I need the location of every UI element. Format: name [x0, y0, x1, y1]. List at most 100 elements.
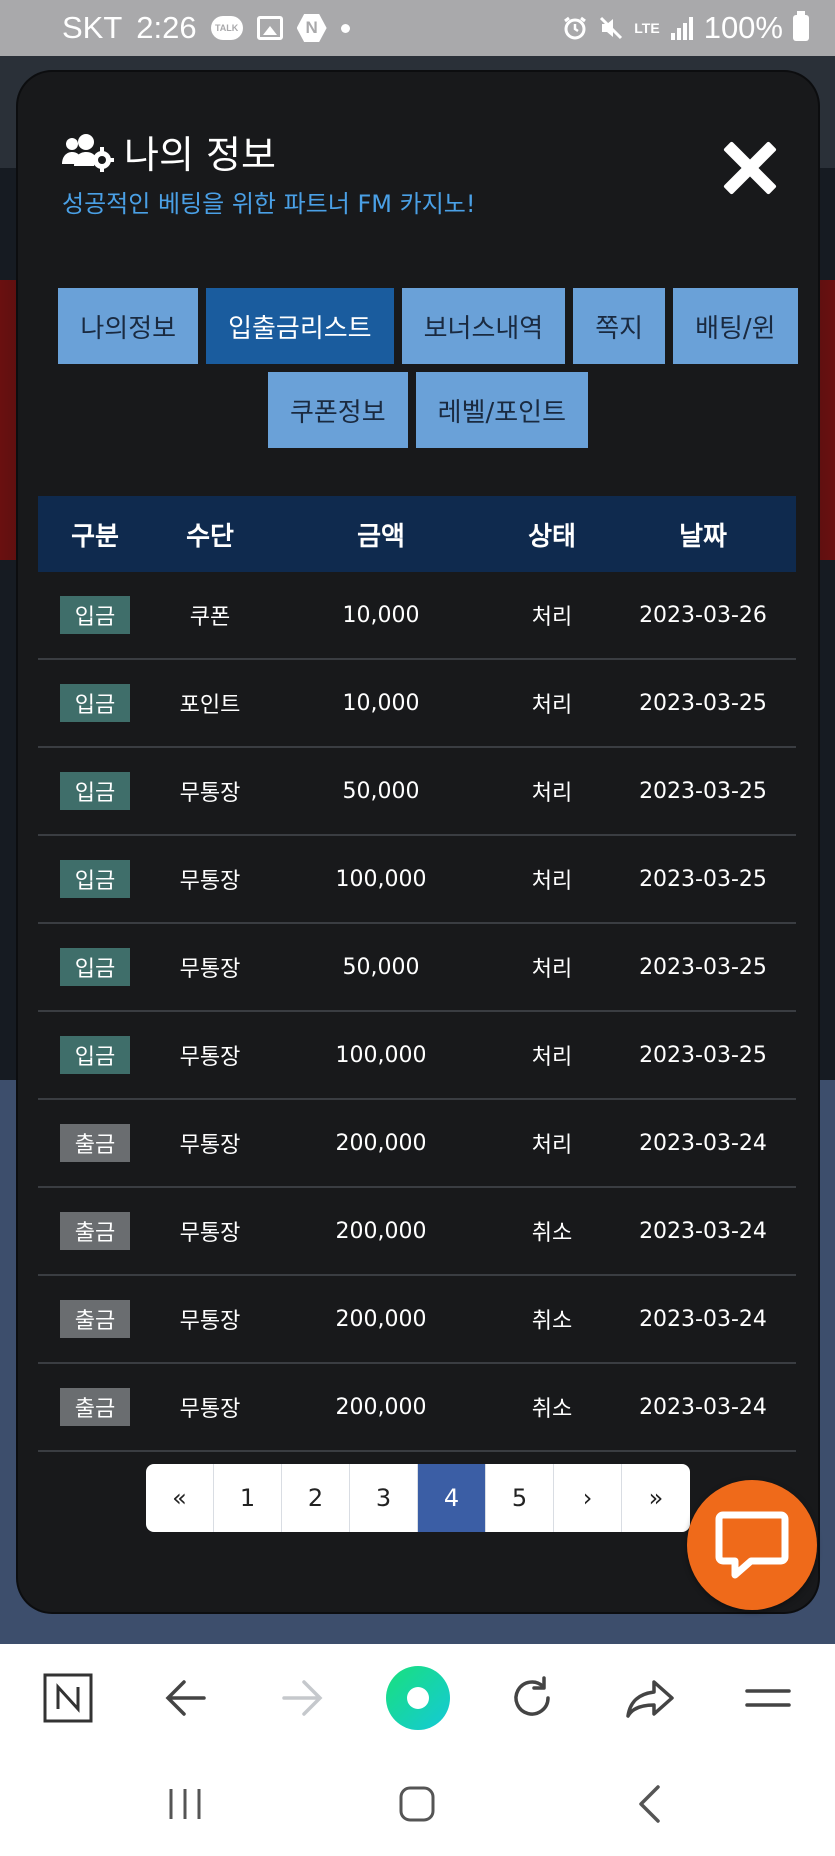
deposit-badge: 입금	[60, 1036, 130, 1074]
status-bar: SKT 2:26 TALK N LTE 100%	[0, 0, 835, 56]
date-cell: 2023-03-25	[639, 866, 767, 892]
tab-messages[interactable]: 쪽지	[573, 288, 666, 364]
close-icon[interactable]	[724, 142, 776, 194]
deposit-badge: 입금	[60, 772, 130, 810]
header-date: 날짜	[679, 521, 727, 552]
date-cell: 2023-03-25	[639, 1042, 767, 1068]
type-cell: 입금	[38, 948, 152, 986]
tab-betting-win[interactable]: 배팅/윈	[673, 288, 798, 364]
green-dot-icon[interactable]	[384, 1644, 452, 1752]
users-gear-icon	[62, 132, 115, 173]
page-3-button[interactable]: 3	[350, 1464, 418, 1532]
naver-icon: N	[296, 14, 327, 42]
deposit-badge: 입금	[60, 684, 130, 722]
status-cell: 처리	[531, 605, 573, 630]
date-cell: 2023-03-25	[639, 954, 767, 980]
live-chat-button[interactable]	[687, 1480, 817, 1610]
deposit-badge: 입금	[60, 948, 130, 986]
status-cell: 처리	[531, 1045, 573, 1070]
method-cell: 무통장	[179, 957, 241, 982]
my-info-modal: 나의 정보 성공적인 베팅을 위한 파트너 FM 카지노! 나의정보 입출금리스…	[18, 72, 818, 1612]
status-cell: 취소	[531, 1309, 573, 1334]
amount-cell: 200,000	[335, 1394, 427, 1420]
method-cell: 무통장	[179, 781, 241, 806]
refresh-icon[interactable]	[500, 1644, 564, 1752]
header-status: 상태	[528, 521, 576, 552]
tab-bonus-history[interactable]: 보너스내역	[401, 288, 566, 364]
header-method: 수단	[186, 521, 234, 552]
browser-toolbar	[0, 1644, 835, 1752]
tab-bar: 나의정보 입출금리스트 보너스내역 쪽지 배팅/윈 쿠폰정보 레벨/포인트	[46, 288, 810, 448]
type-cell: 입금	[38, 684, 152, 722]
status-cell: 취소	[531, 1397, 573, 1422]
amount-cell: 50,000	[342, 954, 420, 980]
page-first-button[interactable]: «	[146, 1464, 214, 1532]
withdrawal-badge: 출금	[60, 1388, 130, 1426]
method-cell: 무통장	[179, 1045, 241, 1070]
table-header: 구분 수단 금액 상태 날짜	[38, 496, 796, 572]
carrier-label: SKT	[62, 10, 123, 45]
chat-bubble-icon	[715, 1511, 789, 1579]
status-cell: 취소	[531, 1221, 573, 1246]
amount-cell: 200,000	[335, 1218, 427, 1244]
method-cell: 무통장	[179, 1309, 241, 1334]
naver-home-icon[interactable]	[36, 1644, 100, 1752]
amount-cell: 200,000	[335, 1130, 427, 1156]
status-cell: 처리	[531, 869, 573, 894]
type-cell: 입금	[38, 596, 152, 634]
page-next-button[interactable]: ›	[554, 1464, 622, 1532]
table-row: 입금 쿠폰 10,000 처리 2023-03-26	[38, 572, 796, 660]
gallery-icon	[256, 16, 283, 40]
kakaotalk-icon: TALK	[210, 16, 243, 40]
table-row: 입금 무통장 100,000 처리 2023-03-25	[38, 1012, 796, 1100]
withdrawal-badge: 출금	[60, 1300, 130, 1338]
battery-percent: 100%	[703, 10, 783, 45]
page-4-button[interactable]: 4	[418, 1464, 486, 1532]
table-body: 입금 쿠폰 10,000 처리 2023-03-26 입금 포인트 10,000 처리 2023-…	[38, 572, 796, 1452]
modal-title: 나의 정보	[62, 124, 276, 179]
back-arrow-icon[interactable]	[154, 1644, 218, 1752]
back-icon[interactable]	[614, 1752, 684, 1856]
header-type: 구분	[71, 521, 119, 552]
page-last-button[interactable]: »	[622, 1464, 690, 1532]
deposit-badge: 입금	[60, 596, 130, 634]
method-cell: 포인트	[179, 693, 241, 718]
method-cell: 무통장	[179, 1397, 241, 1422]
modal-subtitle: 성공적인 베팅을 위한 파트너 FM 카지노!	[62, 190, 476, 218]
menu-icon[interactable]	[736, 1644, 800, 1752]
battery-icon	[793, 11, 809, 41]
type-cell: 출금	[38, 1212, 152, 1250]
forward-arrow-icon[interactable]	[270, 1644, 334, 1752]
mute-icon	[598, 15, 624, 41]
signal-icon	[670, 15, 694, 41]
amount-cell: 50,000	[342, 778, 420, 804]
alarm-icon	[562, 15, 588, 41]
header-amount: 금액	[357, 521, 405, 552]
table-row: 입금 포인트 10,000 처리 2023-03-25	[38, 660, 796, 748]
table-row: 입금 무통장 100,000 처리 2023-03-25	[38, 836, 796, 924]
tab-deposit-withdrawal-list[interactable]: 입출금리스트	[206, 288, 394, 364]
tab-my-info[interactable]: 나의정보	[58, 288, 199, 364]
amount-cell: 10,000	[342, 690, 420, 716]
pagination: «1 2 3 4 5 ›»	[146, 1464, 690, 1532]
deposit-badge: 입금	[60, 860, 130, 898]
home-icon[interactable]	[382, 1752, 452, 1856]
amount-cell: 10,000	[342, 602, 420, 628]
tab-level-points[interactable]: 레벨/포인트	[415, 372, 589, 448]
page-2-button[interactable]: 2	[282, 1464, 350, 1532]
page-5-button[interactable]: 5	[486, 1464, 554, 1532]
table-row: 출금 무통장 200,000 취소 2023-03-24	[38, 1188, 796, 1276]
status-cell: 처리	[531, 781, 573, 806]
table-row: 출금 무통장 200,000 취소 2023-03-24	[38, 1276, 796, 1364]
share-icon[interactable]	[618, 1644, 682, 1752]
date-cell: 2023-03-24	[639, 1394, 767, 1420]
tab-coupon-info[interactable]: 쿠폰정보	[267, 372, 408, 448]
type-cell: 입금	[38, 860, 152, 898]
type-cell: 입금	[38, 1036, 152, 1074]
recent-apps-icon[interactable]	[150, 1752, 220, 1856]
status-cell: 처리	[531, 1133, 573, 1158]
more-notifications-dot-icon	[340, 23, 350, 33]
amount-cell: 100,000	[335, 1042, 427, 1068]
page-1-button[interactable]: 1	[214, 1464, 282, 1532]
method-cell: 무통장	[179, 1221, 241, 1246]
